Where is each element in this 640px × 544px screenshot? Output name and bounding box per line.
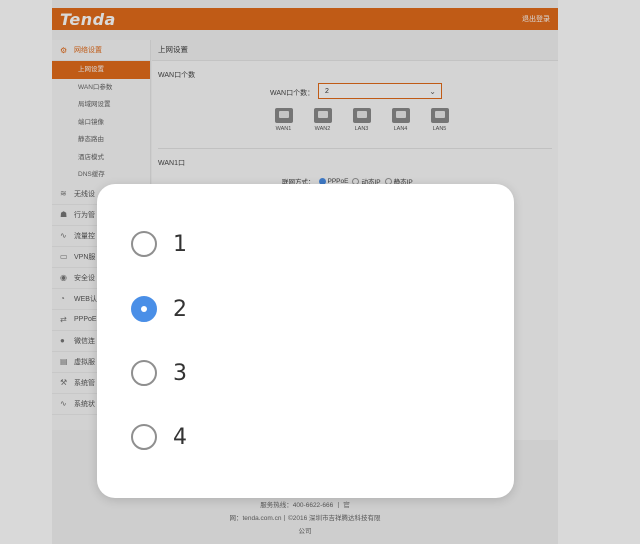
option-2[interactable]: 2 [131,293,187,325]
option-1[interactable]: 1 [131,228,187,260]
radio-unselected-icon [131,424,157,450]
radio-unselected-icon [131,360,157,386]
option-4[interactable]: 4 [131,421,187,453]
option-3[interactable]: 3 [131,357,187,389]
wan-count-picker-dialog: 1 2 3 4 [97,184,514,498]
radio-selected-icon [131,296,157,322]
radio-unselected-icon [131,231,157,257]
